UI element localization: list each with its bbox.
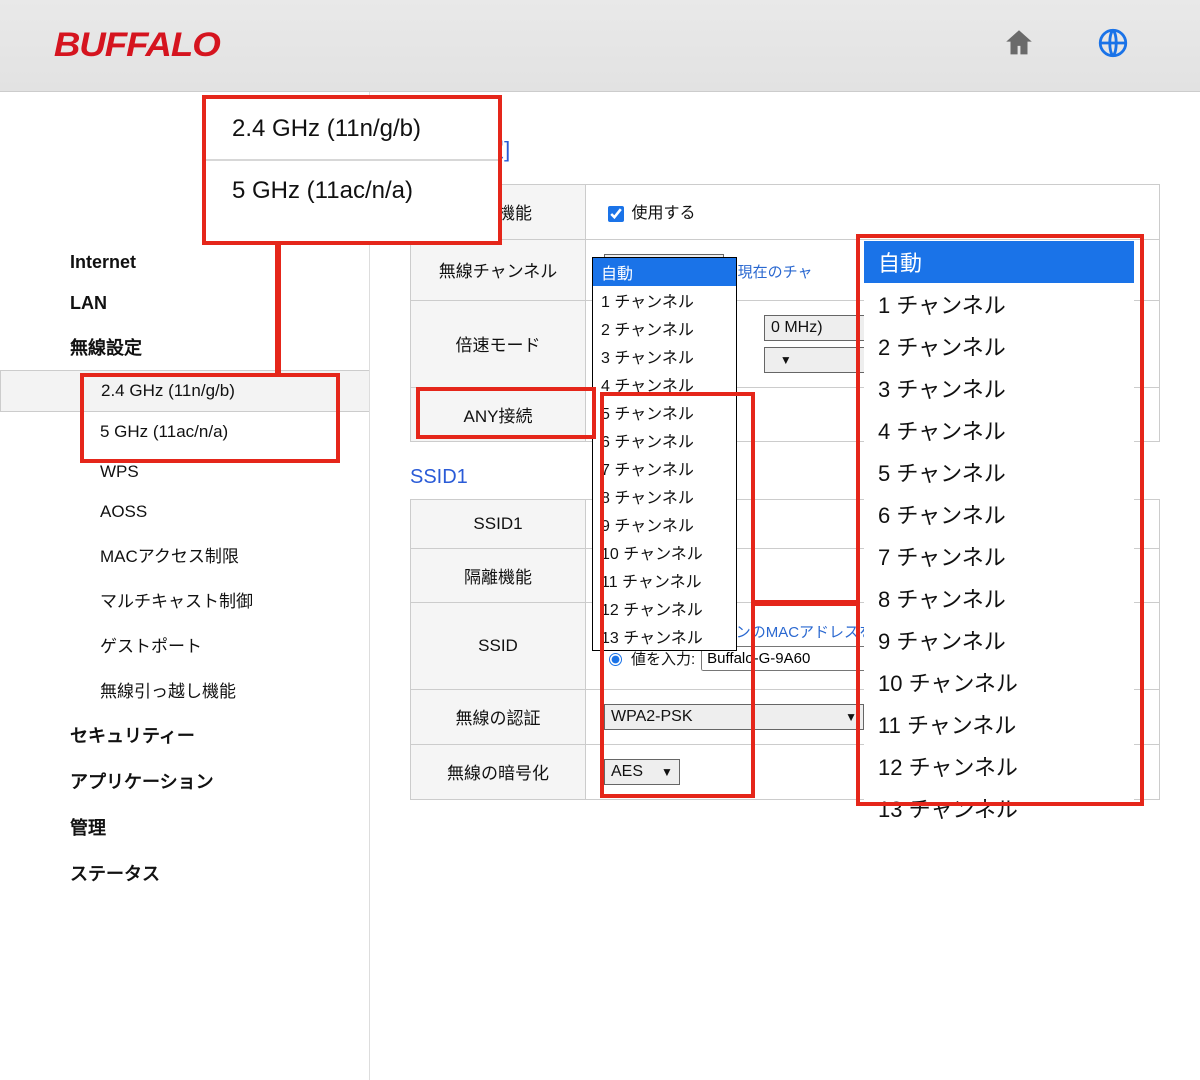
brand-logo: BUFFALO: [54, 26, 220, 65]
channel-option[interactable]: 12 チャンネル: [593, 594, 736, 622]
speed-select-text: 0 MHz): [771, 319, 823, 337]
chevron-down-icon: ▼: [661, 765, 673, 779]
channel-option[interactable]: 3 チャンネル: [593, 342, 736, 370]
channel-option: 5 チャンネル: [864, 451, 1134, 493]
channel-option[interactable]: 5 チャンネル: [593, 398, 736, 426]
channel-option[interactable]: 6 チャンネル: [593, 426, 736, 454]
chevron-down-icon: ▼: [780, 353, 792, 367]
channel-option[interactable]: 自動: [593, 258, 736, 286]
channel-option[interactable]: 2 チャンネル: [593, 314, 736, 342]
row-any-label: ANY接続: [411, 387, 586, 441]
channel-option[interactable]: 8 チャンネル: [593, 482, 736, 510]
sidebar-item-mac[interactable]: MACアクセス制限: [70, 532, 369, 577]
channel-option[interactable]: 13 チャンネル: [593, 622, 736, 650]
globe-icon[interactable]: [1096, 26, 1130, 65]
row-isolate-label: 隔離機能: [411, 548, 586, 602]
sidebar-item-security[interactable]: セキュリティー: [70, 712, 369, 758]
auth-select[interactable]: WPA2-PSK ▼: [604, 704, 864, 730]
sidebar-item-lan[interactable]: LAN: [70, 283, 369, 324]
auth-select-text: WPA2-PSK: [611, 708, 693, 726]
home-icon[interactable]: [1002, 26, 1036, 65]
enc-select[interactable]: AES ▼: [604, 759, 680, 785]
callout-5: 5 GHz (11ac/n/a): [206, 159, 498, 221]
row-speed-label: 倍速モード: [411, 300, 586, 387]
ssid-manual-radio[interactable]: [609, 653, 622, 666]
callout-24: 2.4 GHz (11n/g/b): [206, 99, 498, 159]
channel-option: 8 チャンネル: [864, 577, 1134, 619]
channel-option: 10 チャンネル: [864, 661, 1134, 703]
sidebar-item-guestport[interactable]: ゲストポート: [70, 622, 369, 667]
app-header: BUFFALO: [0, 0, 1200, 92]
channel-option[interactable]: 7 チャンネル: [593, 454, 736, 482]
sidebar-item-move[interactable]: 無線引っ越し機能: [70, 667, 369, 712]
channel-option: 13 チャンネル: [864, 787, 1134, 829]
enc-select-text: AES: [611, 763, 643, 781]
row-enc-label: 無線の暗号化: [411, 744, 586, 799]
row-ssid-label: SSID: [411, 602, 586, 689]
sidebar-item-admin[interactable]: 管理: [70, 804, 369, 850]
channel-dropdown-big: 自動1 チャンネル2 チャンネル3 チャンネル4 チャンネル5 チャンネル6 チ…: [864, 241, 1134, 829]
sidebar-item-wireless[interactable]: 無線設定: [70, 324, 369, 370]
channel-option[interactable]: 4 チャンネル: [593, 370, 736, 398]
basic-settings-title: [基本設定]: [410, 132, 1160, 164]
channel-option: 7 チャンネル: [864, 535, 1134, 577]
sidebar-item-5ghz[interactable]: 5 GHz (11ac/n/a): [70, 412, 369, 452]
row-wireless-value: 使用する: [586, 185, 1160, 240]
wireless-enable-checkbox[interactable]: [608, 206, 624, 222]
row-channel-label: 無線チャンネル: [411, 239, 586, 300]
row-ssid1-label: SSID1: [411, 499, 586, 548]
sidebar-item-aoss[interactable]: AOSS: [70, 492, 369, 532]
channel-option: 11 チャンネル: [864, 703, 1134, 745]
channel-option: 2 チャンネル: [864, 325, 1134, 367]
sidebar-item-24ghz[interactable]: 2.4 GHz (11n/g/b): [0, 370, 369, 412]
channel-option: 4 チャンネル: [864, 409, 1134, 451]
channel-option: 3 チャンネル: [864, 367, 1134, 409]
row-auth-label: 無線の認証: [411, 689, 586, 744]
channel-dropdown-open[interactable]: 自動1 チャンネル2 チャンネル3 チャンネル4 チャンネル5 チャンネル6 チ…: [592, 257, 737, 651]
channel-option: 自動: [864, 241, 1134, 283]
channel-option: 1 チャンネル: [864, 283, 1134, 325]
sidebar-item-status[interactable]: ステータス: [70, 850, 369, 896]
channel-option[interactable]: 9 チャンネル: [593, 510, 736, 538]
sidebar-item-application[interactable]: アプリケーション: [70, 758, 369, 804]
channel-option[interactable]: 1 チャンネル: [593, 286, 736, 314]
channel-option[interactable]: 11 チャンネル: [593, 566, 736, 594]
wireless-enable-text: 使用する: [631, 205, 695, 222]
sidebar-item-wps[interactable]: WPS: [70, 452, 369, 492]
callout-freq-box: 2.4 GHz (11n/g/b) 5 GHz (11ac/n/a): [202, 95, 502, 245]
speed-select-2-text: [771, 351, 775, 368]
sidebar-item-internet[interactable]: Internet: [70, 242, 369, 283]
channel-option: 9 チャンネル: [864, 619, 1134, 661]
channel-current-desc: ( 現在のチャ: [728, 264, 812, 281]
channel-option: 6 チャンネル: [864, 493, 1134, 535]
chevron-down-icon: ▼: [845, 710, 857, 724]
sidebar-item-multicast[interactable]: マルチキャスト制御: [70, 577, 369, 622]
channel-option: 12 チャンネル: [864, 745, 1134, 787]
header-toolbar: [1002, 26, 1160, 65]
channel-option[interactable]: 10 チャンネル: [593, 538, 736, 566]
